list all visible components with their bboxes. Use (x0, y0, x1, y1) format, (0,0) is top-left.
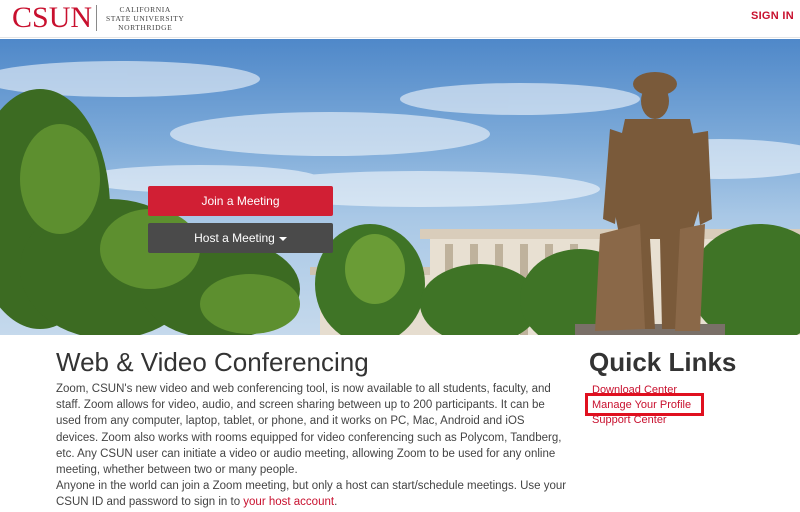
join-meeting-label: Join a Meeting (201, 194, 280, 208)
page-title: Web & Video Conferencing (56, 347, 369, 377)
intro-paragraph: Zoom, CSUN's new video and web conferenc… (56, 383, 562, 477)
logo-line-1: CALIFORNIA (119, 4, 171, 14)
join-meeting-button[interactable]: Join a Meeting (148, 186, 333, 216)
host-account-link[interactable]: your host account (243, 496, 334, 508)
sign-in-link[interactable]: SIGN IN (751, 10, 794, 22)
logo-subtitle: CALIFORNIA STATE UNIVERSITY NORTHRIDGE (106, 5, 184, 32)
host-paragraph-end: . (334, 496, 338, 509)
host-meeting-button[interactable]: Host a Meeting (148, 223, 333, 253)
host-meeting-label: Host a Meeting (194, 231, 275, 245)
hero-banner: Join a Meeting Host a Meeting (0, 39, 800, 335)
logo-divider (96, 5, 98, 31)
caret-down-icon (278, 237, 287, 241)
quick-links-title: Quick Links (589, 347, 737, 377)
csun-logo[interactable]: CSUN CALIFORNIA STATE UNIVERSITY NORTHRI… (12, 2, 184, 34)
site-header: CSUN CALIFORNIA STATE UNIVERSITY NORTHRI… (0, 0, 800, 38)
logo-line-2: STATE UNIVERSITY (106, 13, 185, 23)
logo-line-3: NORTHRIDGE (118, 22, 173, 32)
logo-wordmark: CSUN (12, 1, 93, 34)
host-paragraph: Anyone in the world can join a Zoom meet… (56, 478, 568, 510)
hero-image (0, 61, 800, 335)
highlight-annotation-box (585, 393, 704, 416)
